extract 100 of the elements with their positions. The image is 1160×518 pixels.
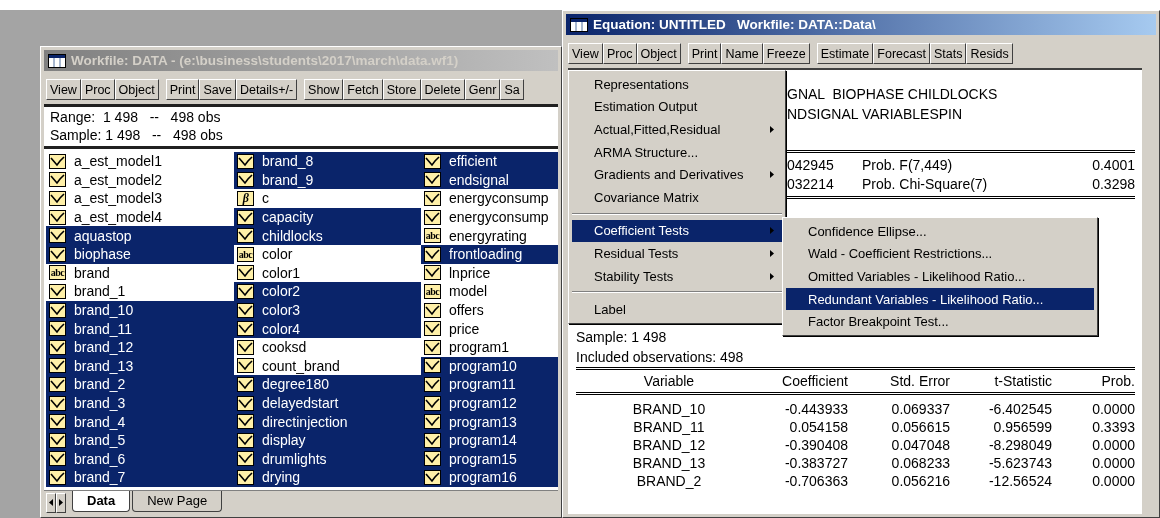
menu-item[interactable]: Covariance Matrix xyxy=(572,185,782,209)
sample-text: Sample: 1 498 xyxy=(576,328,668,347)
toolbar-button[interactable]: Show xyxy=(304,79,344,100)
menu-item[interactable]: Redundant Variables - Likelihood Ratio... xyxy=(786,287,1094,311)
left-arrow-icon xyxy=(49,499,53,507)
series-icon xyxy=(49,451,66,467)
toolbar-button[interactable]: Delete xyxy=(420,79,465,100)
stat-value: 032214 xyxy=(787,175,835,194)
table-cell-text: -0.706363 xyxy=(783,473,848,491)
series-icon xyxy=(424,469,441,485)
series-icon xyxy=(237,302,254,318)
series-icon xyxy=(49,339,66,355)
column-header: t-Statistic xyxy=(993,372,1052,391)
alpha-icon: abc xyxy=(424,283,441,299)
toolbar-button[interactable]: Name xyxy=(721,43,763,64)
table-cell-text: 0.056216 xyxy=(890,473,950,491)
toolbar-button[interactable]: Fetch xyxy=(343,79,383,100)
workfile-object[interactable]: brand_7 xyxy=(46,468,234,487)
series-icon xyxy=(237,432,254,448)
toolbar-button[interactable]: Proc xyxy=(602,43,637,64)
toolbar-button[interactable]: Details+/- xyxy=(235,79,298,100)
series-icon xyxy=(49,432,66,448)
toolbar-button[interactable]: Print xyxy=(165,79,200,100)
toolbar-button[interactable]: Proc xyxy=(80,79,115,100)
series-icon xyxy=(237,451,254,467)
table-cell-text: 0.0000 xyxy=(1091,401,1135,419)
table-cell-text: 0.956599 xyxy=(992,419,1052,437)
output-text: GNAL BIOPHASE CHILDLOCKS xyxy=(787,85,999,104)
workfile-object[interactable]: program16 xyxy=(421,468,558,487)
series-icon xyxy=(49,321,66,337)
series-icon xyxy=(424,172,441,188)
toolbar-button[interactable]: Store xyxy=(382,79,421,100)
workfile-object[interactable]: brand_4 xyxy=(46,412,234,431)
series-icon xyxy=(424,302,441,318)
workfile-object[interactable]: color2 xyxy=(234,282,421,301)
workfile-object[interactable]: degree180 xyxy=(234,375,421,394)
table-cell-text: BRAND_10 xyxy=(631,401,707,419)
series-icon xyxy=(237,265,254,281)
output-text: NDSIGNAL VARIABLESPIN xyxy=(787,105,964,124)
menu-item[interactable]: Actual,Fitted,Residual xyxy=(572,118,782,141)
workfile-object[interactable]: brand_11 xyxy=(46,319,234,338)
workfile-object[interactable]: program11 xyxy=(421,375,558,394)
toolbar-button[interactable]: Freeze xyxy=(762,43,810,64)
series-icon xyxy=(49,302,66,318)
toolbar-button[interactable]: Object xyxy=(636,43,681,64)
toolbar-button[interactable]: Stats xyxy=(929,43,967,64)
workfile-object[interactable]: childlocks xyxy=(234,226,421,245)
toolbar-button[interactable]: View xyxy=(568,43,603,64)
sheet-tab[interactable]: Data xyxy=(72,490,131,512)
workfile-object[interactable]: program13 xyxy=(421,412,558,431)
series-icon xyxy=(424,246,441,262)
toolbar-button[interactable]: Save xyxy=(199,79,236,100)
workfile-object[interactable]: efficient xyxy=(421,152,558,171)
series-icon xyxy=(49,395,66,411)
right-arrow-icon xyxy=(59,499,63,507)
series-icon xyxy=(237,228,254,244)
menu-item[interactable]: Coefficient Tests xyxy=(572,219,782,243)
alpha-icon: abc xyxy=(424,228,441,244)
menu-item[interactable]: Representations xyxy=(572,73,782,96)
series-icon xyxy=(237,283,254,299)
series-icon xyxy=(424,414,441,430)
workfile-object[interactable]: aquastop xyxy=(46,226,234,245)
workfile-object[interactable]: color4 xyxy=(234,319,421,338)
scroll-left-button[interactable] xyxy=(46,492,56,513)
menu-item[interactable]: ARMA Structure... xyxy=(572,140,782,164)
toolbar-button[interactable]: Print xyxy=(687,43,722,64)
table-cell-text: 0.3393 xyxy=(1091,419,1135,437)
column-header: Prob. xyxy=(1100,372,1135,391)
menu-item[interactable]: Omitted Variables - Likelihood Ratio... xyxy=(786,265,1094,288)
toolbar-button[interactable]: Estimate xyxy=(816,43,874,64)
toolbar-button[interactable]: Genr xyxy=(464,79,501,100)
series-icon xyxy=(237,339,254,355)
workfile-object[interactable]: drying xyxy=(234,468,421,487)
menu-item[interactable]: Wald - Coefficient Restrictions... xyxy=(786,242,1094,266)
stat-label: Prob. F(7,449) xyxy=(862,156,954,175)
toolbar-button[interactable]: Resids xyxy=(966,43,1013,64)
table-cell-text: -8.298049 xyxy=(987,437,1052,455)
workfile-object[interactable]: brand_2 xyxy=(46,375,234,394)
menu-item[interactable]: Stability Tests xyxy=(572,264,782,288)
series-icon xyxy=(424,265,441,281)
toolbar-button[interactable]: Forecast xyxy=(873,43,930,64)
sample-text: Sample: 1 498 -- 498 obs xyxy=(50,126,224,144)
menu-item[interactable]: Estimation Output xyxy=(572,95,782,119)
menu-item[interactable]: Gradients and Derivatives xyxy=(572,163,782,186)
toolbar-button[interactable]: Sa xyxy=(500,79,524,100)
menu-item[interactable]: Factor Breakpoint Test... xyxy=(786,310,1094,333)
menu-item[interactable]: Label xyxy=(572,298,782,321)
menu-item[interactable]: Confidence Ellipse... xyxy=(786,220,1094,243)
observations-text: Included observations: 498 xyxy=(576,348,745,367)
toolbar-button[interactable]: Object xyxy=(114,79,159,100)
sheet-tab[interactable]: New Page xyxy=(132,490,223,512)
alpha-icon: abc xyxy=(49,265,66,281)
workfile-object[interactable]: directinjection xyxy=(234,412,421,431)
table-cell-text: -0.383727 xyxy=(783,455,848,473)
workfile-object[interactable]: brand_8 xyxy=(234,152,421,171)
toolbar-button[interactable]: View xyxy=(46,79,81,100)
series-icon xyxy=(237,321,254,337)
scroll-right-button[interactable] xyxy=(56,492,66,513)
column-header: Variable xyxy=(642,372,696,391)
menu-item[interactable]: Residual Tests xyxy=(572,242,782,265)
